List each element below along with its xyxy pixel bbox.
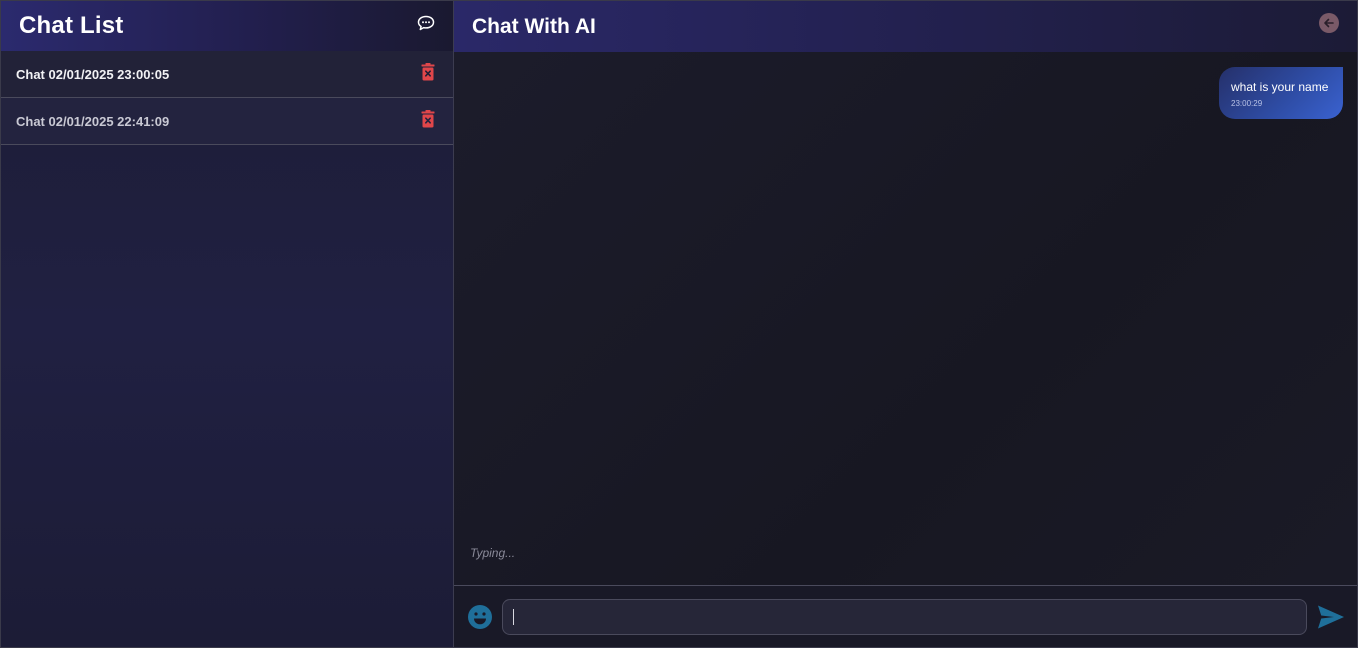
message-input-wrapper xyxy=(502,598,1307,635)
arrow-left-icon xyxy=(1324,18,1334,27)
send-icon[interactable] xyxy=(1317,604,1345,630)
back-button[interactable] xyxy=(1319,12,1339,33)
chat-list-item-label: Chat 02/01/2025 23:00:05 xyxy=(16,66,170,82)
chat-header: Chat With AI xyxy=(454,1,1357,52)
delete-chat-button[interactable] xyxy=(420,109,436,129)
message-timestamp: 23:00:29 xyxy=(1231,99,1263,108)
message-composer xyxy=(454,585,1357,647)
chat-bubble-icon xyxy=(417,15,435,31)
new-chat-button[interactable] xyxy=(415,12,437,34)
sidebar-title: Chat List xyxy=(19,12,124,39)
sidebar: Chat List Chat 02/01/2025 23:00:05 Chat … xyxy=(1,1,454,647)
message-input[interactable] xyxy=(514,599,1306,634)
user-message-bubble: what is your name 23:00:29 xyxy=(1219,67,1343,119)
chat-panel: Chat With AI what is your name 23:00:29 … xyxy=(454,1,1357,647)
chat-list-item[interactable]: Chat 02/01/2025 22:41:09 xyxy=(1,98,453,145)
smiley-icon[interactable] xyxy=(467,604,493,630)
trash-icon xyxy=(421,63,435,81)
message-text: what is your name xyxy=(1231,80,1329,94)
chat-list-item[interactable]: Chat 02/01/2025 23:00:05 xyxy=(1,51,453,98)
app-window: Chat List Chat 02/01/2025 23:00:05 Chat … xyxy=(0,0,1358,648)
typing-indicator: Typing... xyxy=(470,546,516,560)
chat-title: Chat With AI xyxy=(472,14,596,38)
chat-list-item-label: Chat 02/01/2025 22:41:09 xyxy=(16,113,170,129)
trash-icon xyxy=(421,110,435,128)
sidebar-header: Chat List xyxy=(1,1,453,51)
message-list: what is your name 23:00:29 Typing... xyxy=(454,52,1357,585)
delete-chat-button[interactable] xyxy=(420,62,436,82)
